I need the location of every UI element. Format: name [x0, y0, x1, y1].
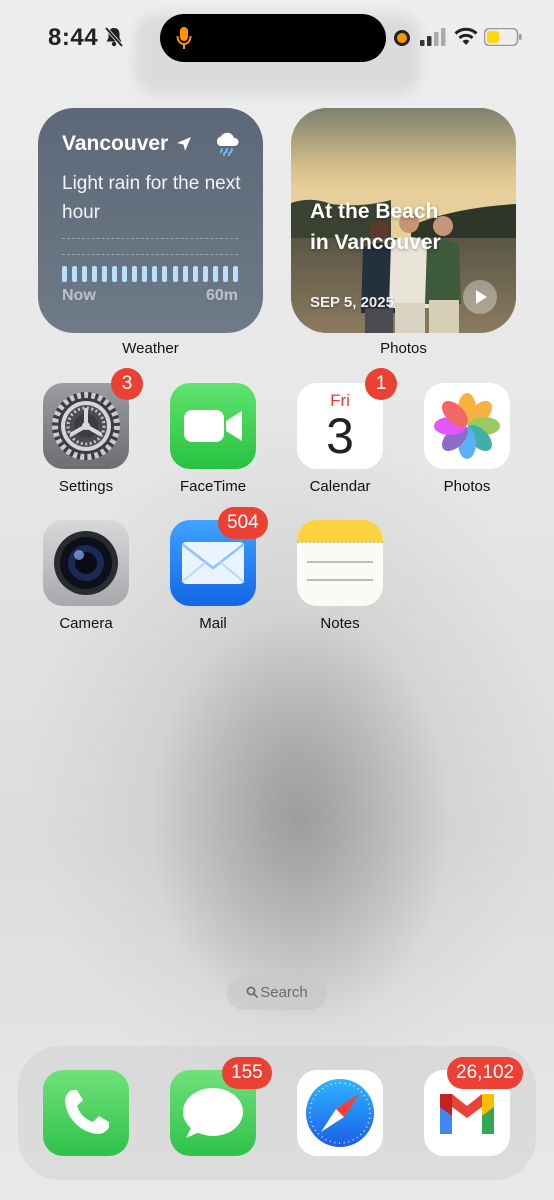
search-icon	[246, 986, 259, 998]
facetime-icon	[184, 410, 242, 442]
precipitation-bar	[182, 266, 188, 282]
precipitation-bar	[172, 266, 178, 282]
weather-end-label: 60m	[205, 287, 238, 304]
photos-memory-title: At the Beach in Vancouver	[310, 200, 441, 254]
facetime-label: FaceTime	[179, 478, 247, 495]
settings-label: Settings	[58, 478, 114, 495]
dynamic-island[interactable]	[160, 14, 386, 62]
camera-app[interactable]	[43, 520, 129, 606]
rain-cloud-icon	[216, 132, 239, 156]
camera-label: Camera	[59, 615, 113, 632]
precipitation-bar	[212, 266, 218, 282]
precipitation-bar	[72, 266, 78, 282]
battery-icon	[484, 28, 522, 46]
facetime-app[interactable]	[170, 383, 256, 469]
safari-app[interactable]	[297, 1070, 383, 1156]
messages-badge: 155	[222, 1057, 272, 1089]
precipitation-bar	[232, 266, 238, 282]
weather-start-label: Now	[62, 287, 96, 304]
photos-widget-label: Photos	[380, 340, 427, 357]
precipitation-bar	[112, 266, 118, 282]
precipitation-bar	[162, 266, 168, 282]
precipitation-bars	[62, 266, 238, 282]
precipitation-bar	[142, 266, 148, 282]
weather-widget[interactable]: Vancouver Light rain for the next hour N…	[38, 108, 263, 333]
weather-city: Vancouver	[62, 132, 169, 155]
calendar-label: Calendar	[309, 478, 371, 495]
microphone-icon	[176, 27, 192, 49]
precip-gridline	[62, 254, 238, 255]
mail-badge: 504	[218, 507, 268, 539]
gmail-badge: 26,102	[447, 1057, 524, 1089]
notes-app[interactable]	[297, 520, 383, 606]
play-icon	[476, 290, 487, 304]
recording-dot-icon	[394, 30, 410, 46]
precipitation-bar	[222, 266, 228, 282]
photos-app[interactable]	[424, 383, 510, 469]
camera-icon	[54, 531, 118, 595]
calendar-day: 3	[326, 408, 354, 464]
wifi-icon	[454, 27, 478, 45]
weather-description: Light rain for the next hour	[62, 173, 241, 223]
precipitation-bar	[132, 266, 138, 282]
precipitation-bar	[122, 266, 128, 282]
settings-badge: 3	[111, 368, 143, 400]
notes-label: Notes	[320, 615, 360, 632]
safari-icon	[306, 1079, 374, 1147]
precipitation-bar	[152, 266, 158, 282]
precip-gridline	[62, 238, 238, 239]
bell-slash-icon	[104, 26, 124, 48]
precipitation-bar	[102, 266, 108, 282]
notes-icon	[297, 520, 383, 581]
photos-memory-date: SEP 5, 2025	[310, 294, 394, 311]
status-time: 8:44	[48, 24, 99, 51]
precipitation-bar	[192, 266, 198, 282]
mail-label: Mail	[199, 615, 227, 632]
phone-app[interactable]	[43, 1070, 129, 1156]
precipitation-bar	[202, 266, 208, 282]
spotlight-search-button[interactable]: Search	[227, 976, 327, 1010]
photos-app-label: Photos	[443, 478, 491, 495]
photos-widget[interactable]: At the Beach in Vancouver SEP 5, 2025	[291, 108, 516, 333]
calendar-badge: 1	[365, 368, 397, 400]
precipitation-bar	[62, 266, 67, 282]
weather-widget-label: Weather	[122, 340, 179, 357]
phone-icon	[65, 1090, 109, 1134]
photos-icon	[434, 393, 500, 459]
precipitation-bar	[82, 266, 88, 282]
location-arrow-icon	[177, 137, 191, 151]
search-label: Search	[260, 984, 308, 1001]
precipitation-bar	[92, 266, 98, 282]
play-button[interactable]	[463, 280, 497, 314]
cellular-signal-icon	[420, 28, 446, 46]
